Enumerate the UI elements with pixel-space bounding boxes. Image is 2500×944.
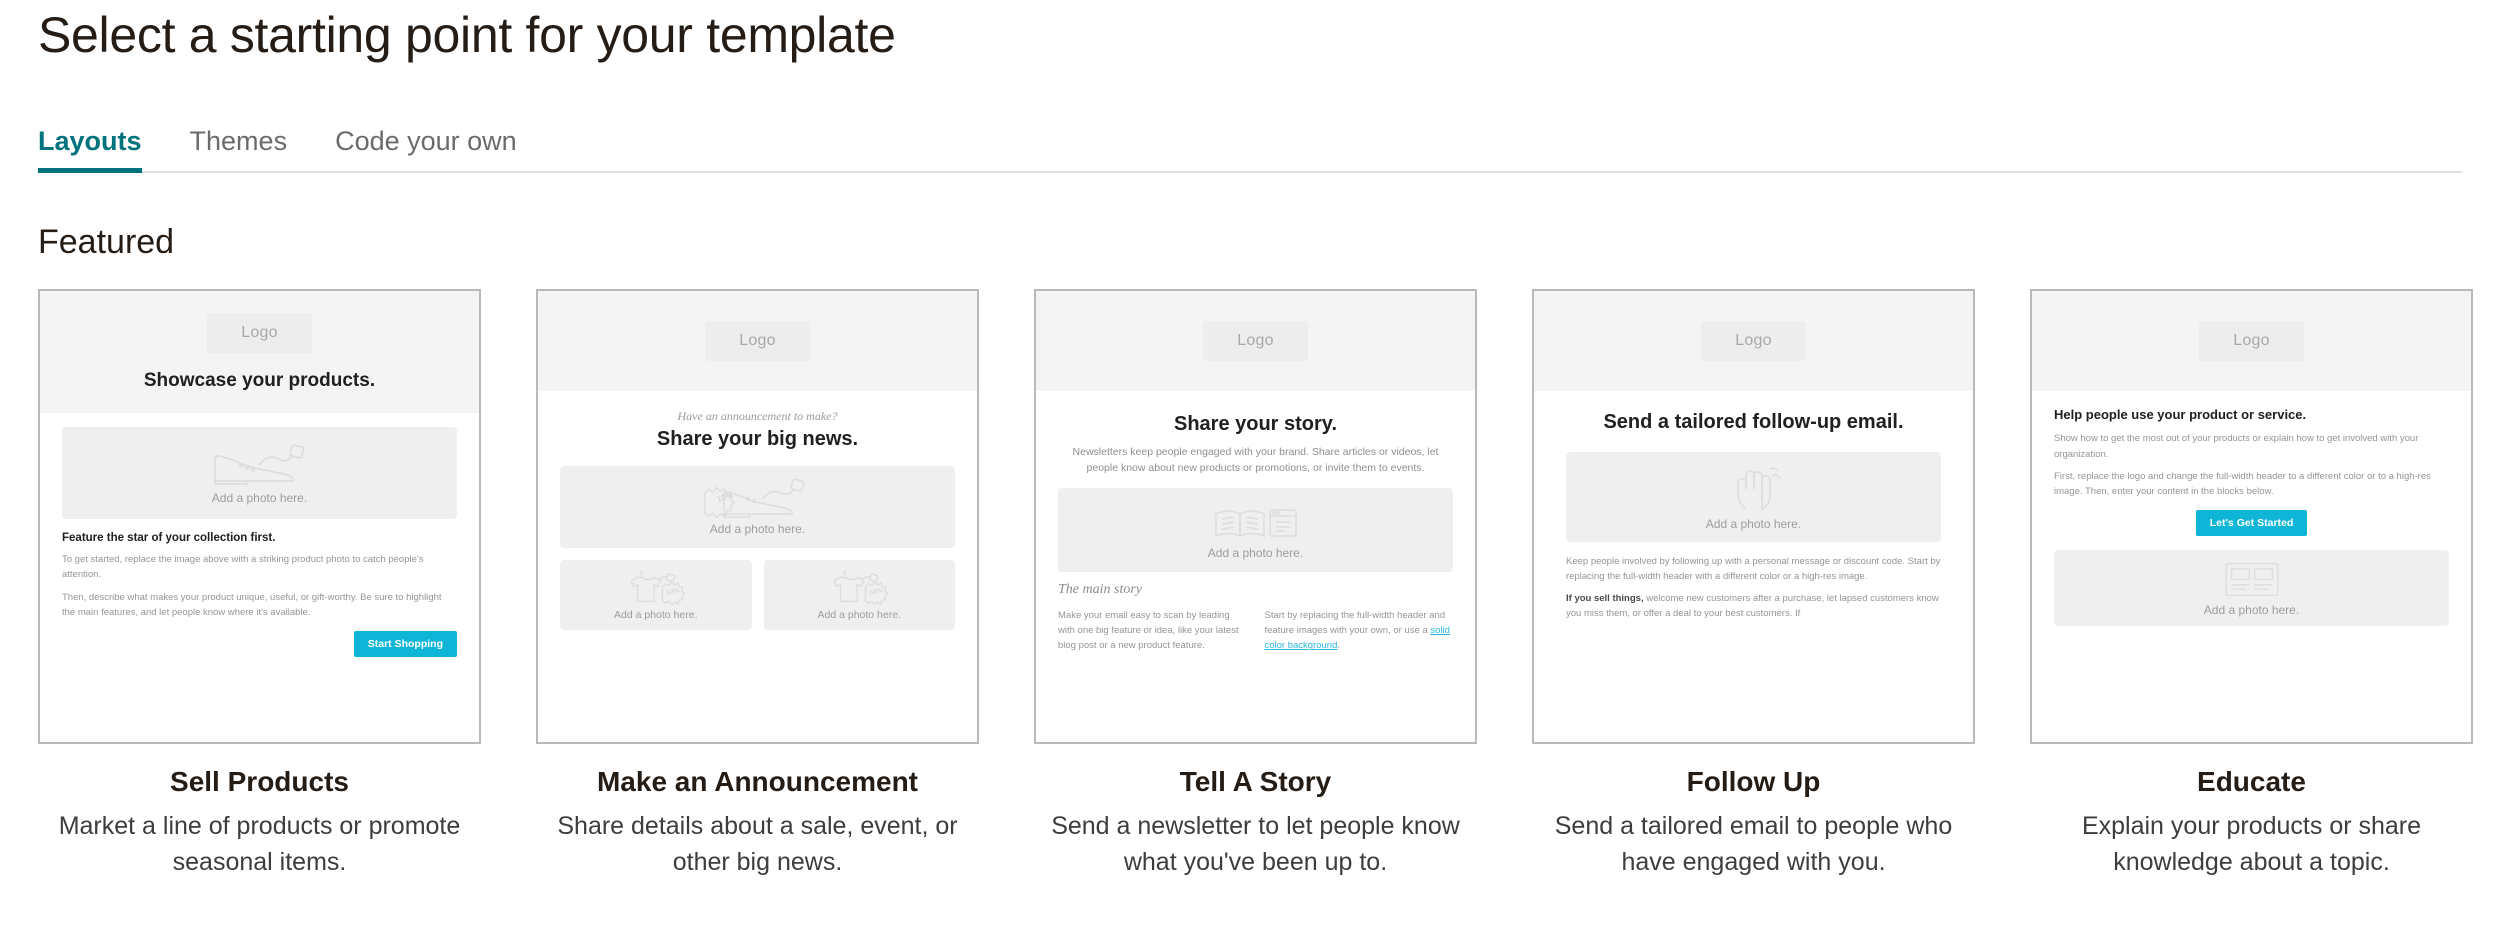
template-card-tell-a-story[interactable]: Logo Share your story. Newsletters keep … <box>1034 288 1477 881</box>
card-description: Send a newsletter to let people know wha… <box>1051 811 1460 876</box>
card-title: Tell A Story <box>1179 765 1332 797</box>
logo-placeholder: Logo <box>207 312 312 353</box>
photo-row: 50% Add a photo here. 50% Add a photo he… <box>560 559 955 630</box>
shoe-sale-icon: 10% <box>703 478 804 518</box>
card-title: Make an Announcement <box>596 765 918 797</box>
waving-hand-icon <box>1736 467 1781 511</box>
mini-header: Logo Showcase your products. <box>40 290 479 414</box>
photo-placeholder: Add a photo here. <box>62 427 457 520</box>
photo-caption: Add a photo here. <box>1705 517 1802 531</box>
card-description: Send a tailored email to people who have… <box>1554 811 1953 876</box>
template-thumbnail-educate[interactable]: Logo Help people use your product or ser… <box>2030 288 2473 744</box>
template-picker-page: Select a starting point for your templat… <box>0 0 2500 880</box>
logo-placeholder: Logo <box>1203 320 1308 361</box>
eyebrow-text: Have an announcement to make? <box>677 408 838 423</box>
block-paragraph-1: To get started, replace the image above … <box>62 554 424 581</box>
mini-body: Have an announcement to make? Share your… <box>538 391 977 742</box>
card-description: Market a line of products or promote sea… <box>58 811 461 876</box>
shoe-icon <box>213 444 304 485</box>
lets-get-started-button[interactable]: Let's Get Started <box>2195 510 2308 537</box>
card-description: Share details about a sale, event, or ot… <box>557 811 958 876</box>
card-title: Follow Up <box>1686 765 1821 797</box>
photo-caption: Add a photo here. <box>817 608 901 621</box>
template-thumbnail-sell-products[interactable]: Logo Showcase your products. Add a photo… <box>38 288 481 744</box>
column-2-text: Start by replacing the full-width header… <box>1265 608 1454 654</box>
photo-caption: Add a photo here. <box>211 490 308 505</box>
mini-header: Logo <box>1036 290 1475 391</box>
mini-headline: Showcase your products. <box>143 369 376 391</box>
photo-caption: Add a photo here. <box>614 608 698 621</box>
section-heading-featured: Featured <box>38 222 175 261</box>
svg-text:10%: 10% <box>715 490 733 504</box>
card-description: Explain your products or share knowledge… <box>2081 811 2422 876</box>
mini-headline: Help people use your product or service. <box>2054 406 2307 422</box>
template-card-make-an-announcement[interactable]: Logo Have an announcement to make? Share… <box>536 288 979 881</box>
mini-header: Logo <box>538 290 977 391</box>
template-thumbnail-follow-up[interactable]: Logo Send a tailored follow-up email. Ad… <box>1532 288 1975 744</box>
block-paragraph-2: If you sell things, welcome new customer… <box>1566 591 1941 621</box>
svg-text:50%: 50% <box>666 586 680 596</box>
mini-header: Logo <box>2032 290 2471 391</box>
mini-body: Add a photo here. Feature the star of yo… <box>40 413 479 741</box>
mini-body: Help people use your product or service.… <box>2032 391 2471 742</box>
tab-code-your-own[interactable]: Code your own <box>335 126 517 171</box>
layout-blocks-icon <box>2225 563 2278 597</box>
mini-body: Send a tailored follow-up email. Add a p… <box>1534 391 1973 742</box>
photo-caption: Add a photo here. <box>1207 545 1304 560</box>
block-paragraph-1: Keep people involved by following up wit… <box>1566 555 1941 582</box>
mini-subhead: Newsletters keep people engaged with you… <box>1072 445 1439 474</box>
bold-lead-in: If you sell things, <box>1566 592 1644 604</box>
card-title: Sell Products <box>170 765 349 797</box>
books-icon <box>1214 508 1297 537</box>
mini-headline: Send a tailored follow-up email. <box>1603 410 1904 433</box>
tab-bar: Layouts Themes Code your own <box>38 117 2462 173</box>
template-thumbnail-make-an-announcement[interactable]: Logo Have an announcement to make? Share… <box>536 288 979 744</box>
photo-placeholder: Add a photo here. <box>2054 550 2449 627</box>
logo-placeholder: Logo <box>1701 320 1806 361</box>
photo-placeholder-right: 50% Add a photo here. <box>763 559 955 630</box>
start-shopping-button[interactable]: Start Shopping <box>353 630 457 657</box>
template-grid: Logo Showcase your products. Add a photo… <box>38 288 2473 881</box>
tshirt-sale-icon: 50% <box>833 569 889 605</box>
column-2-pre: Start by replacing the full-width header… <box>1264 610 1446 637</box>
photo-caption: Add a photo here. <box>709 522 806 536</box>
photo-placeholder: Add a photo here. <box>1566 451 1941 542</box>
column-1-text: Make your email easy to scan by leading … <box>1058 610 1239 652</box>
photo-placeholder: Add a photo here. <box>1058 488 1453 573</box>
template-card-follow-up[interactable]: Logo Send a tailored follow-up email. Ad… <box>1532 288 1975 881</box>
template-card-sell-products[interactable]: Logo Showcase your products. Add a photo… <box>38 288 481 881</box>
block-paragraph-2: Then, describe what makes your product u… <box>62 591 442 618</box>
logo-placeholder: Logo <box>705 320 810 361</box>
logo-placeholder: Logo <box>2199 320 2304 361</box>
block-title: Feature the star of your collection firs… <box>62 532 276 545</box>
svg-text:50%: 50% <box>869 586 883 596</box>
photo-caption: Add a photo here. <box>2203 603 2300 618</box>
block-paragraph-1: Show how to get the most out of your pro… <box>2054 433 2419 460</box>
section-label: The main story <box>1058 582 1142 598</box>
column-2-post: . <box>1337 640 1341 652</box>
two-column-text: Make your email easy to scan by leading … <box>1058 608 1453 661</box>
cta-row: Let's Get Started <box>2054 506 2449 537</box>
template-thumbnail-tell-a-story[interactable]: Logo Share your story. Newsletters keep … <box>1034 288 1477 744</box>
photo-placeholder-main: 10% Add a photo here. <box>560 465 955 548</box>
template-card-educate[interactable]: Logo Help people use your product or ser… <box>2030 288 2473 881</box>
mini-body: Share your story. Newsletters keep peopl… <box>1036 391 1475 742</box>
mini-headline: Share your story. <box>1173 412 1338 435</box>
tab-themes[interactable]: Themes <box>190 126 288 171</box>
tab-layouts[interactable]: Layouts <box>38 126 142 173</box>
page-title: Select a starting point for your templat… <box>38 7 896 63</box>
tshirt-sale-icon: 50% <box>629 569 686 605</box>
block-paragraph-2: First, replace the logo and change the f… <box>2054 470 2431 497</box>
mini-header: Logo <box>1534 290 1973 391</box>
cta-row: Start Shopping <box>62 627 457 657</box>
photo-placeholder-left: 50% Add a photo here. <box>560 559 752 630</box>
mini-headline: Share your big news. <box>656 427 859 450</box>
card-title: Educate <box>2197 765 2306 797</box>
